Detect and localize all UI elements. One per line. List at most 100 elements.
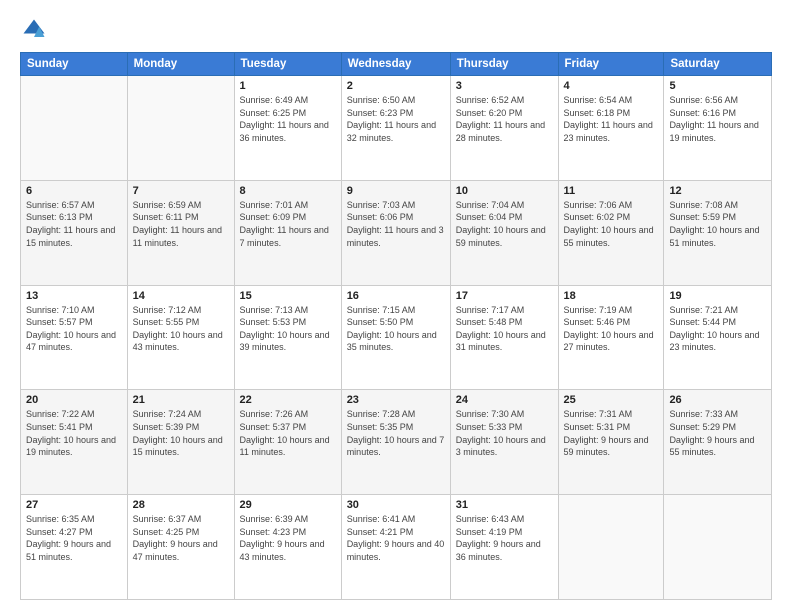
day-number: 7 bbox=[133, 185, 229, 197]
day-number: 23 bbox=[347, 394, 445, 406]
day-number: 26 bbox=[669, 394, 766, 406]
calendar-cell: 1Sunrise: 6:49 AM Sunset: 6:25 PM Daylig… bbox=[234, 76, 341, 181]
day-number: 25 bbox=[564, 394, 659, 406]
calendar-cell: 6 Sunrise: 6:57 AM Sunset: 6:13 PM Daylig… bbox=[21, 180, 128, 285]
day-number: 17 bbox=[456, 290, 553, 302]
calendar-cell: 23 Sunrise: 7:28 AM Sunset: 5:35 PM Dayli… bbox=[341, 390, 450, 495]
calendar-cell: 5 Sunrise: 6:56 AM Sunset: 6:16 PM Daylig… bbox=[664, 76, 772, 181]
logo bbox=[20, 16, 52, 44]
day-info: Sunrise: 7:19 AM Sunset: 5:46 PM Dayligh… bbox=[564, 304, 659, 354]
calendar-cell: 12 Sunrise: 7:08 AM Sunset: 5:59 PM Dayli… bbox=[664, 180, 772, 285]
day-number: 9 bbox=[347, 185, 445, 197]
day-info: Sunrise: 7:26 AM Sunset: 5:37 PM Dayligh… bbox=[240, 408, 336, 458]
col-header-friday: Friday bbox=[558, 53, 664, 76]
col-header-tuesday: Tuesday bbox=[234, 53, 341, 76]
day-number: 28 bbox=[133, 499, 229, 511]
week-row-4: 20 Sunrise: 7:22 AM Sunset: 5:41 PM Dayli… bbox=[21, 390, 772, 495]
week-row-5: 27 Sunrise: 6:35 AM Sunset: 4:27 PM Dayli… bbox=[21, 495, 772, 600]
day-info: Sunrise: 7:28 AM Sunset: 5:35 PM Dayligh… bbox=[347, 408, 445, 458]
day-info: Sunrise: 6:43 AM Sunset: 4:19 PM Dayligh… bbox=[456, 513, 553, 563]
day-info: Sunrise: 7:22 AM Sunset: 5:41 PM Dayligh… bbox=[26, 408, 122, 458]
day-number: 19 bbox=[669, 290, 766, 302]
day-info: Sunrise: 6:54 AM Sunset: 6:18 PM Dayligh… bbox=[564, 94, 659, 144]
day-number: 11 bbox=[564, 185, 659, 197]
calendar-cell: 8 Sunrise: 7:01 AM Sunset: 6:09 PM Daylig… bbox=[234, 180, 341, 285]
day-info: Sunrise: 7:01 AM Sunset: 6:09 PM Dayligh… bbox=[240, 199, 336, 249]
column-headers-row: SundayMondayTuesdayWednesdayThursdayFrid… bbox=[21, 53, 772, 76]
calendar-body: 1Sunrise: 6:49 AM Sunset: 6:25 PM Daylig… bbox=[21, 76, 772, 600]
calendar-cell: 14 Sunrise: 7:12 AM Sunset: 5:55 PM Dayli… bbox=[127, 285, 234, 390]
day-info: Sunrise: 7:06 AM Sunset: 6:02 PM Dayligh… bbox=[564, 199, 659, 249]
day-number: 4 bbox=[564, 80, 659, 92]
calendar-cell: 7Sunrise: 6:59 AM Sunset: 6:11 PM Daylig… bbox=[127, 180, 234, 285]
page: SundayMondayTuesdayWednesdayThursdayFrid… bbox=[0, 0, 792, 612]
calendar-table: SundayMondayTuesdayWednesdayThursdayFrid… bbox=[20, 52, 772, 600]
day-number: 24 bbox=[456, 394, 553, 406]
day-info: Sunrise: 6:37 AM Sunset: 4:25 PM Dayligh… bbox=[133, 513, 229, 563]
day-info: Sunrise: 6:39 AM Sunset: 4:23 PM Dayligh… bbox=[240, 513, 336, 563]
day-info: Sunrise: 7:17 AM Sunset: 5:48 PM Dayligh… bbox=[456, 304, 553, 354]
logo-icon bbox=[20, 16, 48, 44]
day-info: Sunrise: 7:08 AM Sunset: 5:59 PM Dayligh… bbox=[669, 199, 766, 249]
calendar-cell: 26 Sunrise: 7:33 AM Sunset: 5:29 PM Dayli… bbox=[664, 390, 772, 495]
day-info: Sunrise: 6:57 AM Sunset: 6:13 PM Dayligh… bbox=[26, 199, 122, 249]
calendar-cell: 29 Sunrise: 6:39 AM Sunset: 4:23 PM Dayli… bbox=[234, 495, 341, 600]
day-info: Sunrise: 7:13 AM Sunset: 5:53 PM Dayligh… bbox=[240, 304, 336, 354]
header bbox=[20, 16, 772, 44]
day-number: 16 bbox=[347, 290, 445, 302]
day-number: 10 bbox=[456, 185, 553, 197]
day-number: 14 bbox=[133, 290, 229, 302]
calendar-cell: 27 Sunrise: 6:35 AM Sunset: 4:27 PM Dayli… bbox=[21, 495, 128, 600]
day-number: 12 bbox=[669, 185, 766, 197]
col-header-monday: Monday bbox=[127, 53, 234, 76]
calendar-cell: 28 Sunrise: 6:37 AM Sunset: 4:25 PM Dayli… bbox=[127, 495, 234, 600]
calendar-cell bbox=[558, 495, 664, 600]
day-number: 2 bbox=[347, 80, 445, 92]
day-number: 21 bbox=[133, 394, 229, 406]
week-row-2: 6 Sunrise: 6:57 AM Sunset: 6:13 PM Daylig… bbox=[21, 180, 772, 285]
day-number: 15 bbox=[240, 290, 336, 302]
day-info: Sunrise: 7:04 AM Sunset: 6:04 PM Dayligh… bbox=[456, 199, 553, 249]
day-number: 29 bbox=[240, 499, 336, 511]
day-number: 6 bbox=[26, 185, 122, 197]
day-info: Sunrise: 6:35 AM Sunset: 4:27 PM Dayligh… bbox=[26, 513, 122, 563]
calendar-cell: 16 Sunrise: 7:15 AM Sunset: 5:50 PM Dayli… bbox=[341, 285, 450, 390]
calendar-cell: 19Sunrise: 7:21 AM Sunset: 5:44 PM Dayli… bbox=[664, 285, 772, 390]
day-number: 30 bbox=[347, 499, 445, 511]
day-info: Sunrise: 7:31 AM Sunset: 5:31 PM Dayligh… bbox=[564, 408, 659, 458]
calendar-cell bbox=[21, 76, 128, 181]
calendar-cell: 20 Sunrise: 7:22 AM Sunset: 5:41 PM Dayli… bbox=[21, 390, 128, 495]
day-number: 27 bbox=[26, 499, 122, 511]
day-number: 5 bbox=[669, 80, 766, 92]
day-info: Sunrise: 7:30 AM Sunset: 5:33 PM Dayligh… bbox=[456, 408, 553, 458]
day-number: 8 bbox=[240, 185, 336, 197]
calendar-cell: 25 Sunrise: 7:31 AM Sunset: 5:31 PM Dayli… bbox=[558, 390, 664, 495]
day-info: Sunrise: 6:41 AM Sunset: 4:21 PM Dayligh… bbox=[347, 513, 445, 563]
day-info: Sunrise: 7:03 AM Sunset: 6:06 PM Dayligh… bbox=[347, 199, 445, 249]
day-number: 3 bbox=[456, 80, 553, 92]
day-info: Sunrise: 7:10 AM Sunset: 5:57 PM Dayligh… bbox=[26, 304, 122, 354]
calendar-cell: 22 Sunrise: 7:26 AM Sunset: 5:37 PM Dayli… bbox=[234, 390, 341, 495]
calendar-cell: 10 Sunrise: 7:04 AM Sunset: 6:04 PM Dayli… bbox=[450, 180, 558, 285]
week-row-1: 1Sunrise: 6:49 AM Sunset: 6:25 PM Daylig… bbox=[21, 76, 772, 181]
day-info: Sunrise: 7:33 AM Sunset: 5:29 PM Dayligh… bbox=[669, 408, 766, 458]
calendar-cell: 9 Sunrise: 7:03 AM Sunset: 6:06 PM Daylig… bbox=[341, 180, 450, 285]
col-header-saturday: Saturday bbox=[664, 53, 772, 76]
calendar-cell: 24 Sunrise: 7:30 AM Sunset: 5:33 PM Dayli… bbox=[450, 390, 558, 495]
day-number: 20 bbox=[26, 394, 122, 406]
day-info: Sunrise: 7:12 AM Sunset: 5:55 PM Dayligh… bbox=[133, 304, 229, 354]
day-info: Sunrise: 6:49 AM Sunset: 6:25 PM Dayligh… bbox=[240, 94, 336, 144]
day-info: Sunrise: 6:50 AM Sunset: 6:23 PM Dayligh… bbox=[347, 94, 445, 144]
day-info: Sunrise: 7:15 AM Sunset: 5:50 PM Dayligh… bbox=[347, 304, 445, 354]
calendar-cell: 21Sunrise: 7:24 AM Sunset: 5:39 PM Dayli… bbox=[127, 390, 234, 495]
day-number: 22 bbox=[240, 394, 336, 406]
day-number: 13 bbox=[26, 290, 122, 302]
day-number: 18 bbox=[564, 290, 659, 302]
calendar-cell: 30 Sunrise: 6:41 AM Sunset: 4:21 PM Dayli… bbox=[341, 495, 450, 600]
calendar-cell: 11 Sunrise: 7:06 AM Sunset: 6:02 PM Dayli… bbox=[558, 180, 664, 285]
calendar-cell: 13 Sunrise: 7:10 AM Sunset: 5:57 PM Dayli… bbox=[21, 285, 128, 390]
day-info: Sunrise: 6:56 AM Sunset: 6:16 PM Dayligh… bbox=[669, 94, 766, 144]
col-header-thursday: Thursday bbox=[450, 53, 558, 76]
calendar-cell: 17 Sunrise: 7:17 AM Sunset: 5:48 PM Dayli… bbox=[450, 285, 558, 390]
calendar-cell bbox=[664, 495, 772, 600]
